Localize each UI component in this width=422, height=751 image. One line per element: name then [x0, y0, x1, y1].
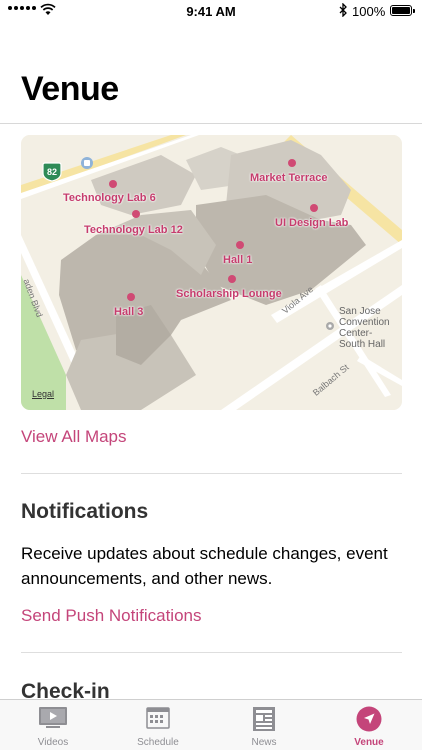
map-legal-link[interactable]: Legal — [32, 389, 54, 399]
view-all-maps-link[interactable]: View All Maps — [21, 427, 127, 447]
map-label-hall-1[interactable]: Hall 1 — [223, 254, 252, 266]
tab-schedule[interactable]: Schedule — [118, 700, 198, 751]
map-label-technology-lab-12[interactable]: Technology Lab 12 — [84, 224, 183, 236]
status-bar: 9:41 AM 100% — [0, 0, 422, 22]
send-push-notifications-link[interactable]: Send Push Notifications — [21, 606, 202, 626]
location-arrow-icon — [356, 706, 382, 732]
notifications-heading: Notifications — [21, 500, 149, 523]
page-title: Venue — [21, 70, 119, 108]
battery-icon — [390, 5, 415, 16]
title-divider — [0, 123, 422, 124]
tab-news[interactable]: News — [224, 700, 304, 751]
section-divider — [21, 652, 402, 653]
venue-map[interactable]: 82 Market Terrace Technology Lab 6 Techn… — [21, 135, 402, 410]
tab-label: Schedule — [137, 737, 179, 748]
calendar-icon — [146, 707, 170, 729]
section-divider — [21, 473, 402, 474]
notifications-description: Receive updates about schedule changes, … — [21, 544, 388, 588]
tab-videos[interactable]: Videos — [13, 700, 93, 751]
bluetooth-icon — [339, 3, 347, 17]
map-label-ui-design-lab[interactable]: UI Design Lab — [275, 217, 348, 229]
tab-label: Videos — [37, 737, 69, 748]
video-icon — [39, 707, 67, 728]
map-label-market-terrace[interactable]: Market Terrace — [250, 172, 327, 184]
tab-label: News — [251, 737, 277, 748]
battery-percent: 100% — [352, 4, 386, 19]
map-label-scholarship-lounge[interactable]: Scholarship Lounge — [176, 288, 282, 300]
tab-label: Venue — [354, 737, 384, 748]
map-label-technology-lab-6[interactable]: Technology Lab 6 — [63, 192, 156, 204]
map-label-hall-3[interactable]: Hall 3 — [114, 306, 143, 318]
newspaper-icon — [253, 707, 275, 731]
tab-venue[interactable]: Venue — [329, 700, 409, 751]
tab-bar: Videos Schedule News Venue — [0, 699, 422, 750]
poi-label-convention-center: San Jose Convention Center- South Hall — [339, 306, 390, 350]
highway-shield-number: 82 — [47, 167, 58, 177]
